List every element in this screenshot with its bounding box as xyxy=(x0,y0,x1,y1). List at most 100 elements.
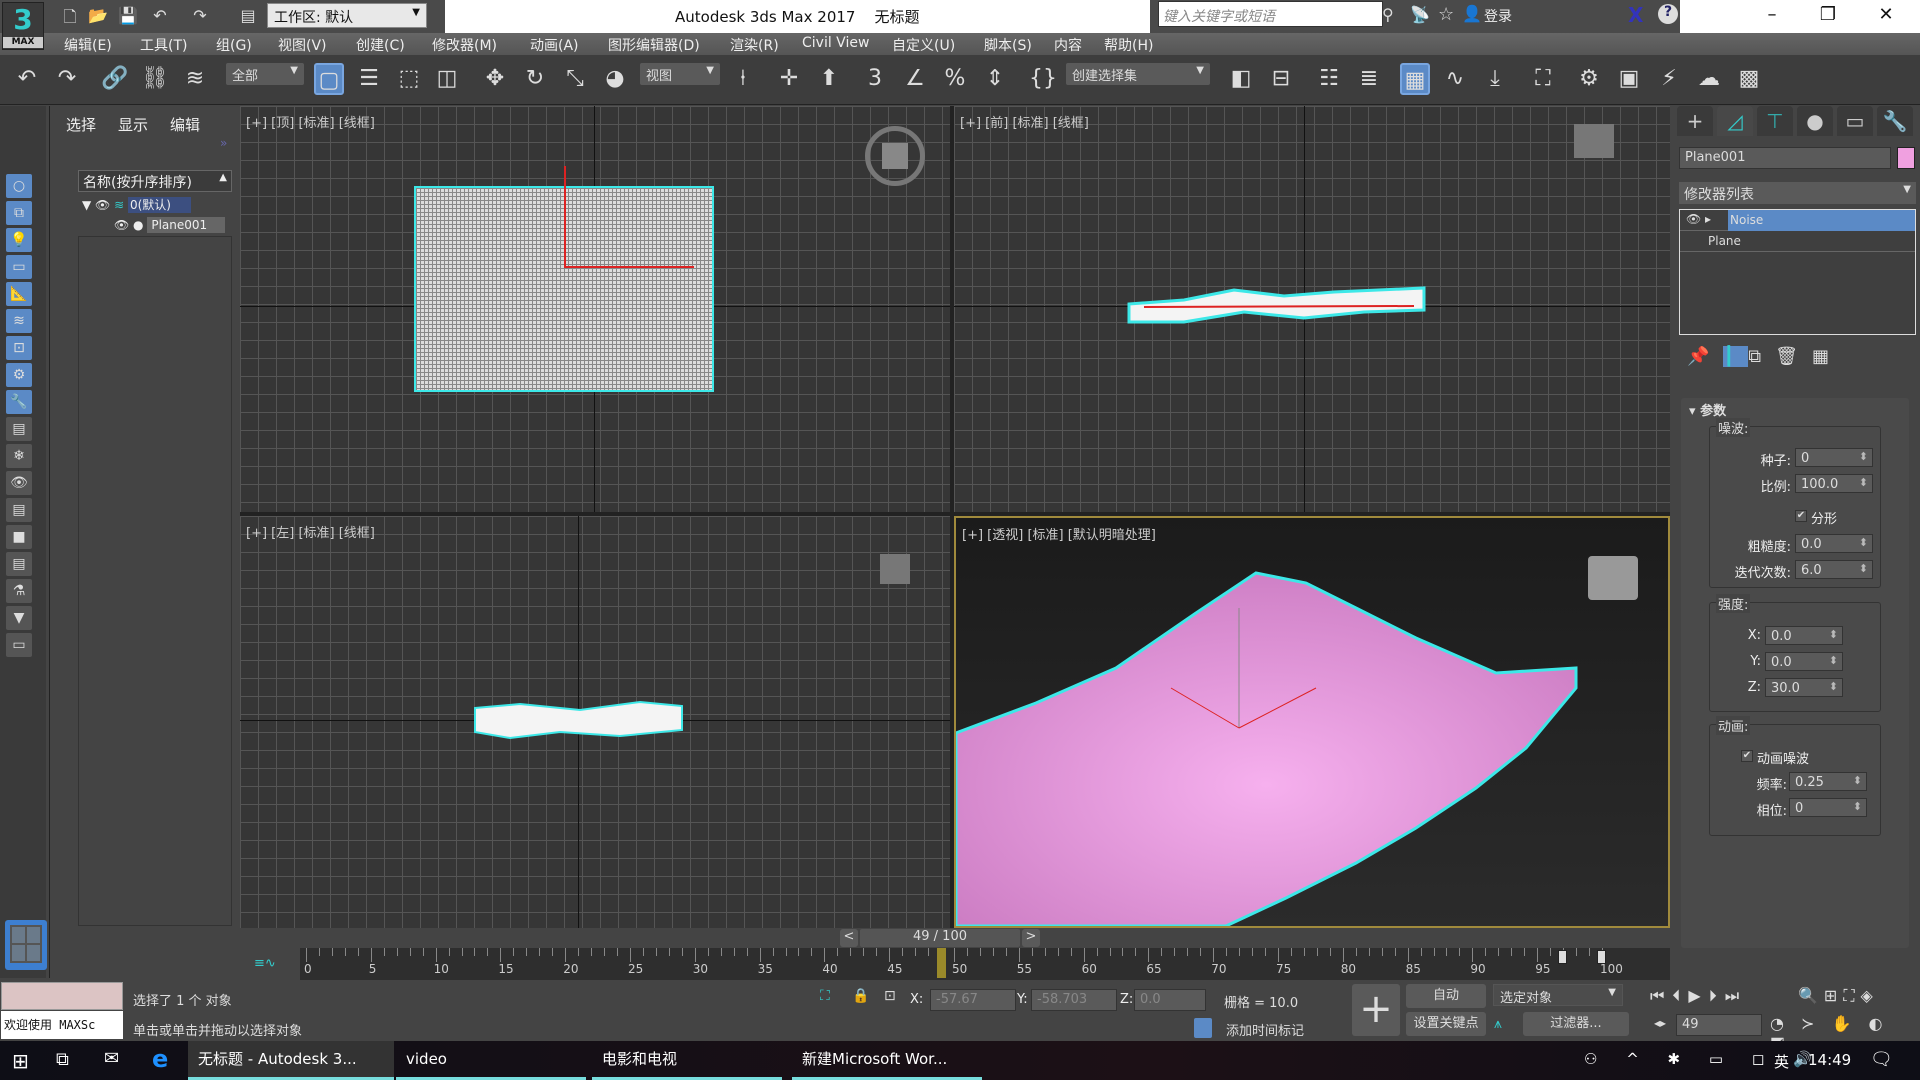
modifier-list-dropdown[interactable]: 修改器列表 ▼ xyxy=(1679,182,1916,204)
workspace-dropdown[interactable]: 工作区: 默认 ▼ xyxy=(267,3,427,28)
explorer-filter-icon[interactable]: ⚗ xyxy=(6,579,32,603)
edge-icon[interactable]: e xyxy=(152,1045,168,1073)
modify-tab-icon[interactable]: ◿ xyxy=(1717,106,1753,136)
menu-item[interactable]: 帮助(H) xyxy=(1104,35,1153,55)
start-icon[interactable]: ⊞ xyxy=(12,1049,29,1073)
window-crossing-icon[interactable]: ◫ xyxy=(432,63,462,95)
time-tag-icon[interactable] xyxy=(1194,1018,1212,1038)
y-coord-field[interactable]: -58.703 xyxy=(1031,989,1117,1011)
maxscript-listener[interactable] xyxy=(1,982,123,1010)
render-cloud-icon[interactable]: ☁ xyxy=(1694,63,1724,95)
layer-explorer-icon[interactable]: ☷ xyxy=(1314,63,1344,95)
snaps-toggle-icon[interactable]: 3 xyxy=(860,63,890,95)
maxscript-input[interactable]: 欢迎使用 MAXSc xyxy=(1,1011,123,1039)
menu-item[interactable]: 渲染(R) xyxy=(730,35,779,55)
redo-icon[interactable]: ↷ xyxy=(190,6,210,26)
plane-object-front[interactable] xyxy=(1124,282,1434,332)
viewcube-icon[interactable] xyxy=(1574,124,1614,158)
help-icon[interactable]: ? xyxy=(1658,4,1678,24)
viewcube-icon[interactable] xyxy=(865,126,925,186)
undo-icon[interactable]: ↶ xyxy=(150,6,170,26)
dope-sheet-icon[interactable]: ⤓ xyxy=(1480,63,1510,95)
keyboard-shortcut-icon[interactable]: ⬆ xyxy=(814,63,844,95)
region-select-icon[interactable]: ⬚ xyxy=(394,63,424,95)
fractal-checkbox[interactable]: ✔ xyxy=(1795,510,1807,522)
explorer-filter-icon[interactable]: ○ xyxy=(6,174,32,198)
menu-item[interactable]: 组(G) xyxy=(216,35,252,55)
select-object-icon[interactable]: ▢ xyxy=(314,63,344,95)
ime-indicator[interactable]: 英 xyxy=(1774,1051,1789,1072)
move-icon[interactable]: ✥ xyxy=(480,63,510,95)
restore-button[interactable]: ❐ xyxy=(1808,4,1848,25)
new-file-icon[interactable]: 🗋 xyxy=(60,6,80,26)
close-button[interactable]: ✕ xyxy=(1866,4,1906,25)
edit-named-sets-icon[interactable]: {} xyxy=(1028,63,1058,95)
nav-buttons[interactable]: 🔍⊞⛶◈ xyxy=(1798,986,1879,1006)
menu-item[interactable]: 视图(V) xyxy=(278,35,327,55)
set-key-button[interactable]: 设置关键点 xyxy=(1406,1012,1486,1036)
seed-spinner[interactable]: 0 xyxy=(1795,448,1873,467)
taskbar-item-movies[interactable]: 电影和电视 xyxy=(592,1041,782,1080)
explorer-filter-icon[interactable]: 📐 xyxy=(6,282,32,306)
render-setup-icon[interactable]: ⚙ xyxy=(1574,63,1604,95)
link-icon[interactable]: 🔗 xyxy=(100,63,130,95)
explorer-filter-icon[interactable]: ⧉ xyxy=(6,201,32,225)
user-icon[interactable]: 👤 xyxy=(1462,4,1482,23)
explorer-filter-icon[interactable]: ⚙ xyxy=(6,363,32,387)
open-file-icon[interactable]: 📂 xyxy=(88,6,108,26)
render-gallery-icon[interactable]: ▩ xyxy=(1734,63,1764,95)
stack-item-plane[interactable]: Plane xyxy=(1680,231,1915,252)
keyframe-marker[interactable] xyxy=(1558,950,1568,964)
selection-filter-dropdown[interactable]: 全部 ▼ xyxy=(226,63,304,85)
explorer-tab-edit[interactable]: 编辑 xyxy=(170,114,200,135)
menu-item[interactable]: 内容 xyxy=(1054,35,1082,55)
task-view-icon[interactable]: ⧉ xyxy=(56,1049,69,1070)
current-frame-field[interactable]: 49 xyxy=(1676,1014,1762,1036)
explorer-tab-display[interactable]: 显示 xyxy=(118,114,148,135)
object-color-swatch[interactable] xyxy=(1897,147,1915,169)
scale-icon[interactable]: ⤡ xyxy=(560,63,590,95)
menu-item[interactable]: 图形编辑器(D) xyxy=(608,35,700,55)
explorer-filter-icon[interactable]: ▼ xyxy=(6,606,32,630)
mirror-icon[interactable]: ◧ xyxy=(1226,63,1256,95)
named-selection-dropdown[interactable]: 创建选择集 ▼ xyxy=(1066,63,1210,85)
app-logo-button[interactable]: 3 MAX xyxy=(2,2,44,50)
timeline-track[interactable]: 0 5 10 15 20 25 30 35 40 45 50 55 60 65 70 75 80 85 90 95 10… xyxy=(300,948,1670,980)
save-icon[interactable]: 💾 xyxy=(118,6,138,26)
search-input[interactable]: 键入关键字或短语 xyxy=(1158,1,1383,27)
clock[interactable]: 14:49 xyxy=(1808,1051,1851,1069)
display-tab-icon[interactable]: ▭ xyxy=(1837,106,1873,136)
phase-spinner[interactable]: 0 xyxy=(1789,798,1867,817)
taskbar-item-word[interactable]: 新建Microsoft Wor... xyxy=(792,1041,982,1080)
absolute-mode-icon[interactable]: ⊡ xyxy=(884,988,896,1004)
plane-object-left[interactable] xyxy=(470,696,690,746)
spinner-snap-icon[interactable]: ⇕ xyxy=(980,63,1010,95)
menu-item[interactable]: 编辑(E) xyxy=(64,35,112,55)
place-icon[interactable]: ◕ xyxy=(600,63,630,95)
playback-buttons[interactable]: ⏮⏴▶⏵⏭ xyxy=(1650,986,1747,1006)
roughness-spinner[interactable]: 0.0 xyxy=(1795,534,1873,553)
explorer-filter-icon[interactable]: ❄ xyxy=(6,444,32,468)
explorer-filter-icon[interactable]: ≋ xyxy=(6,309,32,333)
key-filter-dropdown[interactable]: 选定对象 ▼ xyxy=(1493,984,1623,1006)
menu-item[interactable]: 脚本(S) xyxy=(984,35,1032,55)
unlink-icon[interactable]: ⛓ xyxy=(140,63,170,95)
rendered-frame-icon[interactable]: ▣ xyxy=(1614,63,1644,95)
taskbar-item-3dsmax[interactable]: 无标题 - Autodesk 3... xyxy=(188,1041,394,1080)
scale-spinner[interactable]: 100.0 xyxy=(1795,474,1873,493)
motion-tab-icon[interactable]: ● xyxy=(1797,106,1833,136)
redo-icon[interactable]: ↷ xyxy=(52,63,82,95)
time-config-icon[interactable]: ◂▸ xyxy=(1654,1016,1666,1030)
explorer-filter-icon[interactable]: ▤ xyxy=(6,417,32,441)
select-by-name-icon[interactable]: ☰ xyxy=(354,63,384,95)
star-icon[interactable]: ☆ xyxy=(1438,4,1454,25)
undo-icon[interactable]: ↶ xyxy=(12,63,42,95)
create-tab-icon[interactable]: + xyxy=(1677,106,1713,136)
pivot-center-icon[interactable]: ⍿ xyxy=(728,63,758,95)
login-button[interactable]: 登录 xyxy=(1484,6,1512,26)
mail-icon[interactable]: ✉ xyxy=(104,1048,119,1069)
menu-item[interactable]: 创建(C) xyxy=(356,35,405,55)
viewport-left[interactable]: [+] [左] [标准] [线框] xyxy=(240,516,950,928)
curve-editor-icon[interactable]: ∿ xyxy=(1440,63,1470,95)
viewport-front[interactable]: [+] [前] [标准] [线框] xyxy=(954,106,1670,512)
